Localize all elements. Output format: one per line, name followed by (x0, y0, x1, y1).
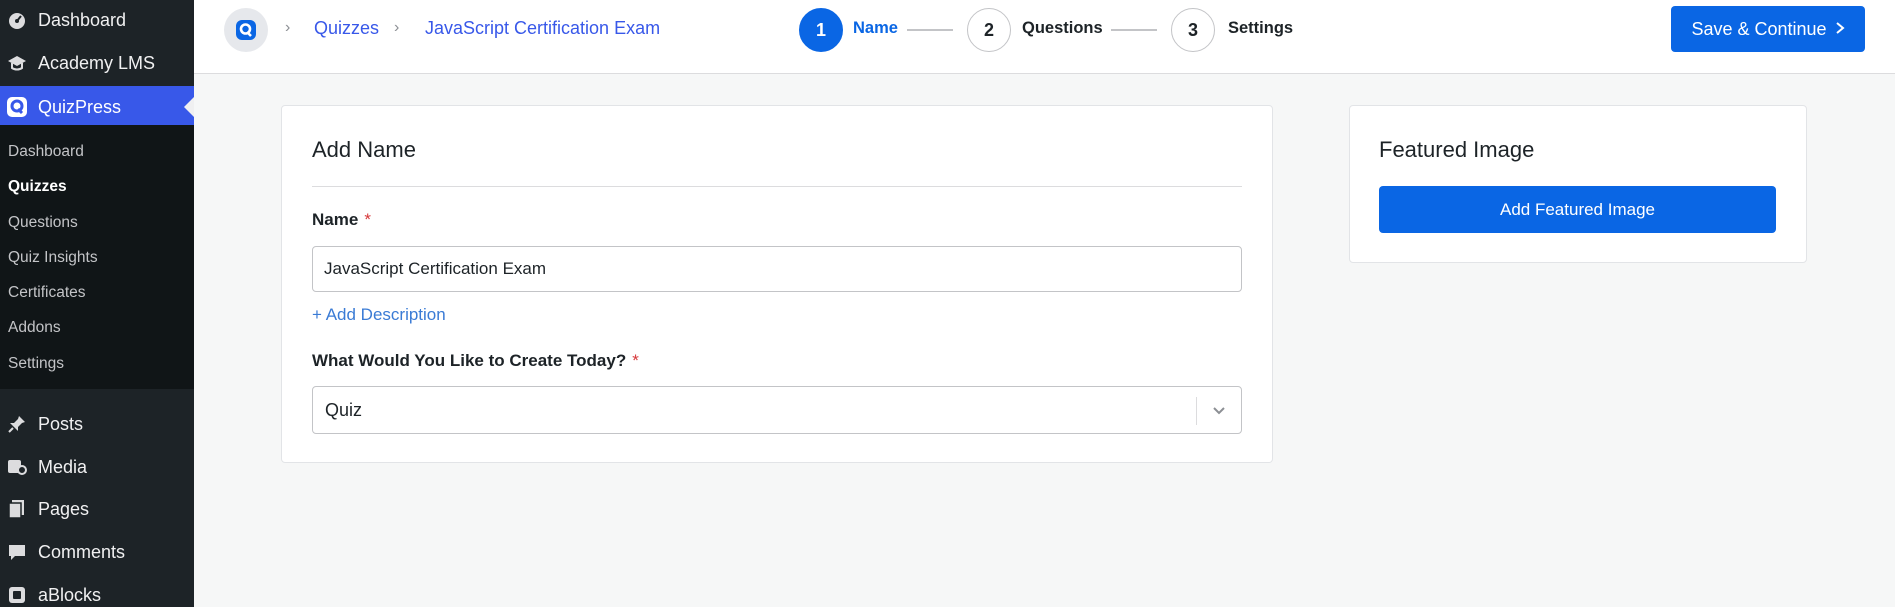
menu-label: Academy LMS (38, 52, 156, 73)
select-separator (1196, 397, 1197, 425)
quizpress-logo[interactable] (224, 8, 268, 52)
create-type-select[interactable]: Quiz (312, 386, 1242, 434)
name-label-text: Name (312, 210, 359, 229)
add-name-card: Add Name Name * + Add Description What Wo… (281, 105, 1273, 463)
required-asterisk: * (364, 210, 371, 229)
step-connector (907, 29, 953, 31)
submenu-questions[interactable]: Questions (8, 214, 78, 232)
submenu-settings[interactable]: Settings (8, 355, 64, 373)
menu-item-quizpress[interactable]: QuizPress (0, 86, 194, 128)
menu-item-comments[interactable]: Comments (0, 531, 194, 573)
quizpress-header: › Quizzes › JavaScript Certification Exa… (194, 0, 1895, 74)
featured-image-card: Featured Image Add Featured Image (1349, 105, 1807, 263)
step-2-circle[interactable]: 2 (967, 8, 1011, 52)
card-title: Add Name (312, 137, 416, 162)
menu-label: aBlocks (38, 584, 102, 605)
chevron-right-icon: › (285, 19, 291, 36)
quiz-name-input[interactable] (312, 246, 1242, 292)
menu-item-posts[interactable]: Posts (0, 403, 194, 445)
create-type-label-text: What Would You Like to Create Today? (312, 351, 627, 370)
media-icon (6, 456, 28, 478)
step-connector (1111, 29, 1157, 31)
ablocks-icon (6, 584, 28, 606)
step-3-circle[interactable]: 3 (1171, 8, 1215, 52)
create-type-label: What Would You Like to Create Today? * (312, 351, 639, 371)
divider (312, 186, 1242, 187)
menu-item-ablocks[interactable]: aBlocks (0, 574, 194, 607)
menu-label: Comments (38, 541, 126, 562)
menu-label: Dashboard (38, 9, 127, 30)
pin-icon (6, 413, 28, 435)
submenu-certificates[interactable]: Certificates (8, 284, 86, 302)
submenu-dashboard[interactable]: Dashboard (8, 143, 84, 161)
step-1-circle[interactable]: 1 (799, 8, 843, 52)
chevron-down-icon[interactable] (1209, 401, 1229, 421)
breadcrumb-current-quiz[interactable]: JavaScript Certification Exam (425, 18, 660, 39)
menu-label: QuizPress (38, 96, 122, 117)
add-description-link[interactable]: + Add Description (312, 305, 446, 325)
add-featured-image-button[interactable]: Add Featured Image (1379, 186, 1776, 233)
menu-item-academy-lms[interactable]: Academy LMS (0, 42, 194, 84)
menu-label: Posts (38, 413, 84, 434)
admin-sidebar: Dashboard Academy LMS QuizPress Dashboar… (0, 0, 194, 607)
chevron-right-icon (1835, 19, 1845, 40)
menu-item-dashboard[interactable]: Dashboard (0, 0, 194, 40)
submenu-quizzes[interactable]: Quizzes (8, 178, 67, 196)
chevron-right-icon: › (394, 19, 400, 36)
pages-icon (6, 498, 28, 520)
comment-icon (6, 541, 28, 563)
quizpress-submenu: Dashboard Quizzes Questions Quiz Insight… (0, 125, 194, 389)
step-2-label[interactable]: Questions (1022, 19, 1103, 38)
quizpress-icon (6, 96, 28, 118)
featured-image-title: Featured Image (1379, 137, 1535, 162)
step-1-label[interactable]: Name (853, 19, 898, 38)
academy-icon (6, 52, 28, 74)
name-field-label: Name * (312, 210, 371, 230)
menu-item-pages[interactable]: Pages (0, 488, 194, 530)
save-continue-button[interactable]: Save & Continue (1671, 6, 1865, 52)
step-3-label[interactable]: Settings (1228, 19, 1293, 38)
required-asterisk: * (632, 351, 639, 370)
breadcrumb-quizzes[interactable]: Quizzes (314, 18, 379, 39)
main-content: Add Name Name * + Add Description What Wo… (194, 74, 1895, 607)
dashboard-icon (6, 9, 28, 31)
save-continue-label: Save & Continue (1691, 18, 1827, 39)
submenu-addons[interactable]: Addons (8, 319, 61, 337)
menu-label: Media (38, 456, 88, 477)
select-value: Quiz (325, 400, 363, 420)
menu-label: Pages (38, 498, 90, 519)
submenu-quiz-insights[interactable]: Quiz Insights (8, 249, 98, 267)
menu-item-media[interactable]: Media (0, 446, 194, 488)
